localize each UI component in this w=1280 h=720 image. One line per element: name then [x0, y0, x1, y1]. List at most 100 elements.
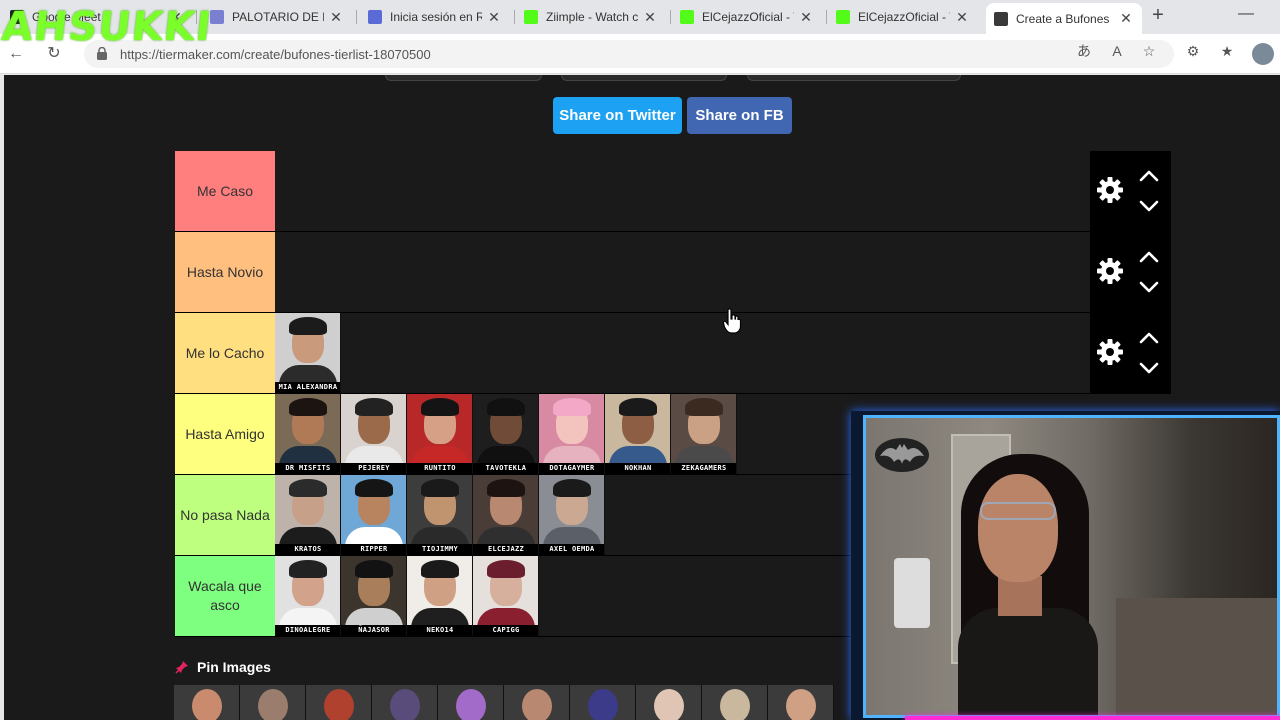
tab-favicon-icon	[994, 11, 1008, 26]
pool-image[interactable]	[174, 685, 240, 720]
tier-item-image[interactable]: TIOJIMMY	[407, 475, 473, 555]
pool-image[interactable]	[636, 685, 702, 720]
tier-item-image[interactable]: RIPPER	[341, 475, 407, 555]
tier-item-image[interactable]: ÑAJASOR	[341, 556, 407, 636]
tab-title: Ziimple - Watch c	[546, 10, 638, 24]
tier-item-name: TAVOTEKLA	[473, 463, 538, 474]
favorite-star-icon[interactable]: ☆	[1140, 42, 1158, 60]
chevron-up-icon[interactable]	[1138, 331, 1160, 345]
tab-close-icon[interactable]: ✕	[954, 9, 970, 26]
pool-image[interactable]	[570, 685, 636, 720]
tab-separator	[356, 10, 357, 24]
tier-item-name: DR MISFITS	[275, 463, 340, 474]
tier-items: KRATOS RIPPER TIOJIMMY ELCEJAZZ AXEL OEMDA	[275, 475, 605, 555]
browser-tab[interactable]: Inicia sesión en Ro ✕	[360, 3, 510, 31]
extensions-icon[interactable]: ⚙	[1184, 42, 1202, 60]
browser-tab[interactable]: Create a Bufones ✕	[986, 3, 1142, 34]
bat-logo-icon	[875, 438, 929, 472]
pool-image[interactable]	[702, 685, 768, 720]
tab-close-icon[interactable]: ✕	[328, 9, 344, 26]
tier-row: Me lo Cacho MIA ALEXANDRA	[175, 313, 1171, 394]
webcam-overlay	[851, 411, 1280, 720]
url-field[interactable]: https://tiermaker.com/create/bufones-tie…	[84, 40, 1174, 68]
tier-item-name: ÑAJASOR	[341, 625, 406, 636]
tab-close-icon[interactable]: ✕	[642, 9, 658, 26]
tier-item-name: DINOALEGRE	[275, 625, 340, 636]
top-button-stub[interactable]	[561, 75, 727, 81]
tier-item-image[interactable]: RUNTITO	[407, 394, 473, 474]
translate-icon[interactable]: あ	[1075, 42, 1093, 60]
tier-item-image[interactable]: CAPIGG	[473, 556, 539, 636]
tier-item-name: RIPPER	[341, 544, 406, 555]
pool-image[interactable]	[438, 685, 504, 720]
pushpin-icon	[175, 661, 188, 674]
browser-tab[interactable]: Ziimple - Watch c ✕	[516, 3, 666, 31]
tier-label[interactable]: Wacala que asco	[175, 556, 275, 636]
tier-label[interactable]: Hasta Amigo	[175, 394, 275, 474]
tab-close-icon[interactable]: ✕	[1118, 10, 1134, 27]
browser-tab[interactable]: ElCejazzOficial - V ✕	[828, 3, 978, 31]
tier-item-image[interactable]: DINOALEGRE	[275, 556, 341, 636]
tier-item-image[interactable]: NOKHAN	[605, 394, 671, 474]
tier-controls	[1090, 313, 1171, 393]
tier-items: DINOALEGRE ÑAJASOR NEKO14 CAPIGG	[275, 556, 539, 636]
tier-item-name: MIA ALEXANDRA	[275, 382, 340, 393]
pool-image[interactable]	[372, 685, 438, 720]
chevron-down-icon[interactable]	[1138, 199, 1160, 213]
chevron-down-icon[interactable]	[1138, 361, 1160, 375]
top-button-stub[interactable]	[385, 75, 542, 81]
pool-image[interactable]	[306, 685, 372, 720]
tier-item-image[interactable]: ZEKAGAMERS	[671, 394, 737, 474]
gear-icon[interactable]	[1096, 257, 1124, 285]
tab-close-icon[interactable]: ✕	[798, 9, 814, 26]
tier-label[interactable]: Me lo Cacho	[175, 313, 275, 393]
chevron-up-icon[interactable]	[1138, 250, 1160, 264]
tier-item-image[interactable]: NEKO14	[407, 556, 473, 636]
pool-image[interactable]	[504, 685, 570, 720]
profile-avatar[interactable]	[1252, 43, 1274, 65]
gear-icon[interactable]	[1096, 176, 1124, 204]
chevron-down-icon[interactable]	[1138, 280, 1160, 294]
tab-separator	[670, 10, 671, 24]
tier-item-name: ZEKAGAMERS	[671, 463, 736, 474]
tier-item-name: NOKHAN	[605, 463, 670, 474]
browser-tab[interactable]: ElCejazzOficial - V ✕	[672, 3, 822, 31]
top-button-stub[interactable]	[747, 75, 961, 81]
share-facebook-button[interactable]: Share on FB	[687, 97, 792, 134]
gear-icon[interactable]	[1096, 338, 1124, 366]
webcam-frame	[863, 415, 1280, 718]
tab-close-icon[interactable]: ✕	[486, 9, 502, 26]
minimize-button[interactable]: —	[1238, 5, 1254, 25]
tier-item-image[interactable]: DR MISFITS	[275, 394, 341, 474]
tab-separator	[826, 10, 827, 24]
share-twitter-button[interactable]: Share on Twitter	[553, 97, 682, 134]
tier-item-name: ELCEJAZZ	[473, 544, 538, 555]
tier-item-image[interactable]: ELCEJAZZ	[473, 475, 539, 555]
pool-image[interactable]	[768, 685, 834, 720]
tab-title: ElCejazzOficial - V	[702, 10, 794, 24]
tab-title: PALOTARIO DE PR	[232, 10, 324, 24]
chevron-up-icon[interactable]	[1138, 169, 1160, 183]
tier-item-image[interactable]: MIA ALEXANDRA	[275, 313, 341, 393]
tab-favicon-icon	[368, 10, 382, 24]
tier-item-name: PEJEREY	[341, 463, 406, 474]
tab-favicon-icon	[836, 10, 850, 24]
tier-label[interactable]: Hasta Novio	[175, 232, 275, 312]
tier-item-image[interactable]: DOTAGAYMER	[539, 394, 605, 474]
tier-item-image[interactable]: PEJEREY	[341, 394, 407, 474]
tier-label[interactable]: Me Caso	[175, 151, 275, 231]
tier-item-name: KRATOS	[275, 544, 340, 555]
tier-item-image[interactable]: AXEL OEMDA	[539, 475, 605, 555]
browser-tab[interactable]: PALOTARIO DE PR ✕	[202, 3, 352, 31]
tier-item-name: AXEL OEMDA	[539, 544, 604, 555]
tier-item-name: CAPIGG	[473, 625, 538, 636]
read-aloud-icon[interactable]: A	[1108, 42, 1126, 60]
tier-label[interactable]: No pasa Nada	[175, 475, 275, 555]
pin-images-header[interactable]: Pin Images	[175, 657, 271, 677]
favorites-list-icon[interactable]: ★	[1218, 42, 1236, 60]
new-tab-button[interactable]: +	[1148, 5, 1168, 25]
tier-item-image[interactable]: TAVOTEKLA	[473, 394, 539, 474]
pin-images-label: Pin Images	[197, 659, 271, 675]
pool-image[interactable]	[240, 685, 306, 720]
tier-item-image[interactable]: KRATOS	[275, 475, 341, 555]
